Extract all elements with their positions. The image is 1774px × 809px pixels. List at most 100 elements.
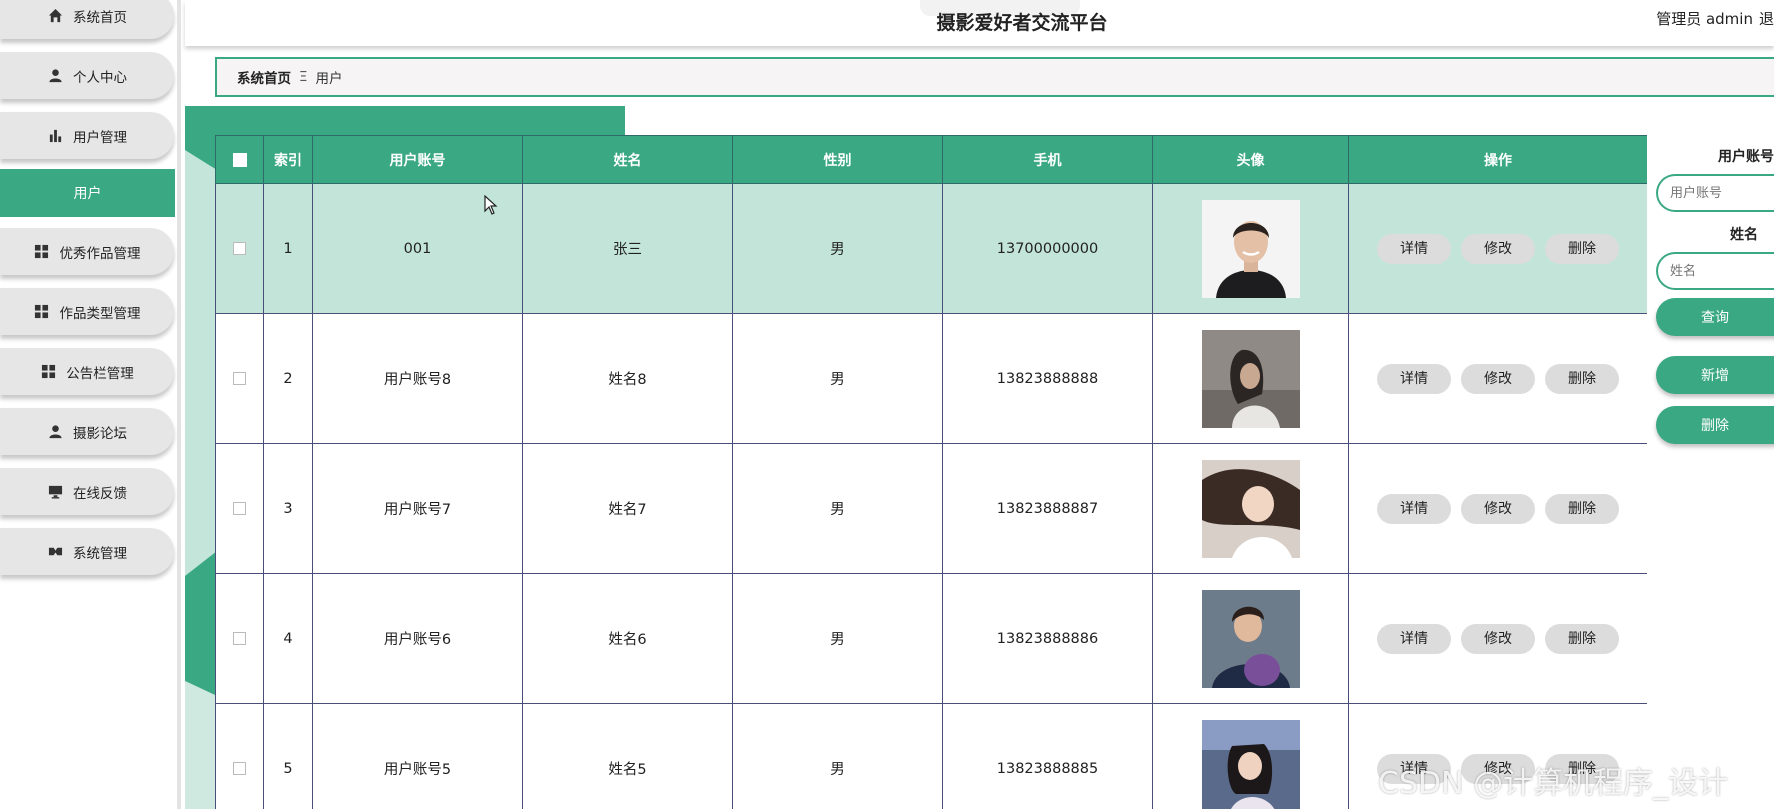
bar-chart-icon: [47, 128, 63, 144]
row-select-cell: [215, 573, 264, 704]
sidebar-item-label: 在线反馈: [73, 485, 127, 502]
detail-button[interactable]: 详情: [1377, 493, 1451, 524]
edit-button[interactable]: 修改: [1461, 363, 1535, 394]
delete-button[interactable]: 删除: [1545, 363, 1619, 394]
sidebar-item-label: 摄影论坛: [73, 425, 127, 442]
avatar-cell: [1152, 703, 1349, 809]
detail-button[interactable]: 详情: [1377, 233, 1451, 264]
user-icon: [47, 68, 63, 84]
row-select-cell: [215, 703, 264, 809]
name-cell: 姓名7: [522, 443, 733, 574]
avatar-cell: [1152, 443, 1349, 574]
table-header-row: 索引 用户账号 姓名 性别 手机 头像 操作: [215, 135, 1647, 184]
table-row[interactable]: 1 001 张三 男 13700000000 详情 修改 删除: [215, 183, 1647, 314]
grid-icon: [34, 244, 50, 260]
edit-button[interactable]: 修改: [1461, 623, 1535, 654]
delete-button[interactable]: 删除: [1545, 493, 1619, 524]
row-select-cell: [215, 313, 264, 444]
breadcrumb: 系统首页 Ξ 用户: [215, 57, 1774, 97]
breadcrumb-current: 用户: [315, 71, 343, 87]
gender-cell: 男: [732, 703, 943, 809]
breadcrumb-home[interactable]: 系统首页: [237, 67, 291, 87]
index-cell: 1: [263, 183, 313, 314]
decorative-left-strip: [185, 136, 217, 809]
avatar[interactable]: [1201, 719, 1300, 809]
sidebar-item-user-management[interactable]: 用户管理: [0, 112, 174, 159]
sidebar-item-work-types[interactable]: 作品类型管理: [0, 288, 174, 335]
index-cell: 2: [263, 313, 313, 444]
sidebar-item-profile[interactable]: 个人中心: [0, 52, 174, 99]
mouse-cursor-icon: [484, 195, 498, 215]
sidebar: 系统首页 个人中心 用户管理 用户 优秀作品管理 作品类型管理 公告栏管理 摄影…: [0, 0, 175, 809]
sidebar-item-feedback[interactable]: 在线反馈: [0, 468, 174, 515]
detail-button[interactable]: 详情: [1377, 623, 1451, 654]
table-row[interactable]: 4 用户账号6 姓名6 男 13823888886 详情 修改 删除: [215, 573, 1647, 704]
row-checkbox[interactable]: [233, 762, 246, 775]
avatar-image: [1201, 329, 1300, 428]
column-header: 索引: [263, 135, 313, 184]
row-checkbox[interactable]: [233, 372, 246, 385]
avatar[interactable]: [1201, 589, 1300, 688]
avatar[interactable]: [1201, 199, 1300, 298]
sidebar-item-forum[interactable]: 摄影论坛: [0, 408, 174, 455]
account-search-label: 用户账号: [1718, 149, 1774, 165]
index-cell: 3: [263, 443, 313, 574]
sidebar-item-label: 作品类型管理: [59, 305, 141, 322]
name-search-input[interactable]: [1656, 252, 1774, 290]
app-root: 系统首页 个人中心 用户管理 用户 优秀作品管理 作品类型管理 公告栏管理 摄影…: [0, 0, 1774, 809]
delete-button[interactable]: 删除: [1545, 623, 1619, 654]
avatar[interactable]: [1201, 459, 1300, 558]
avatar-image: [1201, 589, 1300, 688]
decorative-tab: [185, 106, 625, 136]
sidebar-item-home[interactable]: 系统首页: [0, 0, 174, 39]
column-header: 头像: [1152, 135, 1349, 184]
delete-button[interactable]: 删除: [1545, 233, 1619, 264]
row-checkbox[interactable]: [233, 502, 246, 515]
sidebar-item-bulletin[interactable]: 公告栏管理: [0, 348, 174, 395]
admin-label: 管理员 admin: [1656, 10, 1753, 28]
row-checkbox[interactable]: [233, 242, 246, 255]
decorative-wave: [185, 136, 217, 809]
home-icon: [47, 8, 63, 24]
actions-cell: 详情 修改 删除: [1348, 183, 1647, 314]
sidebar-subitem-user[interactable]: 用户: [0, 169, 175, 217]
account-cell: 用户账号7: [312, 443, 523, 574]
sidebar-item-works[interactable]: 优秀作品管理: [0, 228, 174, 275]
edit-button[interactable]: 修改: [1461, 233, 1535, 264]
batch-delete-button[interactable]: 删除: [1656, 406, 1774, 444]
top-bar: 摄影爱好者交流平台 管理员 admin 退: [185, 0, 1774, 46]
column-header: 操作: [1348, 135, 1647, 184]
name-cell: 姓名6: [522, 573, 733, 704]
name-search-label: 姓名: [1730, 227, 1758, 243]
avatar-image: [1201, 199, 1300, 298]
sidebar-item-label: 系统管理: [73, 545, 127, 562]
query-button[interactable]: 查询: [1656, 298, 1774, 336]
avatar-cell: [1152, 313, 1349, 444]
gender-cell: 男: [732, 313, 943, 444]
add-button[interactable]: 新增: [1656, 356, 1774, 394]
gender-cell: 男: [732, 573, 943, 704]
sidebar-subitem-label: 用户: [73, 186, 102, 202]
actions-cell: 详情 修改 删除: [1348, 443, 1647, 574]
avatar-image: [1201, 459, 1300, 558]
settings-icon: [47, 544, 63, 560]
grid-icon: [40, 364, 56, 380]
sidebar-item-system[interactable]: 系统管理: [0, 528, 174, 575]
detail-button[interactable]: 详情: [1377, 363, 1451, 394]
row-select-cell: [215, 443, 264, 574]
avatar[interactable]: [1201, 329, 1300, 428]
phone-cell: 13823888887: [942, 443, 1153, 574]
admin-area: 管理员 admin 退: [1650, 8, 1774, 29]
account-cell: 用户账号8: [312, 313, 523, 444]
table-row[interactable]: 2 用户账号8 姓名8 男 13823888888 详情 修改 删除: [215, 313, 1647, 444]
select-all-checkbox[interactable]: [232, 152, 247, 167]
edit-button[interactable]: 修改: [1461, 493, 1535, 524]
logout-link[interactable]: 退: [1759, 10, 1774, 28]
phone-cell: 13700000000: [942, 183, 1153, 314]
account-search-input[interactable]: [1656, 174, 1774, 212]
avatar-cell: [1152, 183, 1349, 314]
select-all-header: [215, 135, 264, 184]
row-checkbox[interactable]: [233, 632, 246, 645]
table-row[interactable]: 3 用户账号7 姓名7 男 13823888887 详情 修改 删除: [215, 443, 1647, 574]
index-cell: 4: [263, 573, 313, 704]
